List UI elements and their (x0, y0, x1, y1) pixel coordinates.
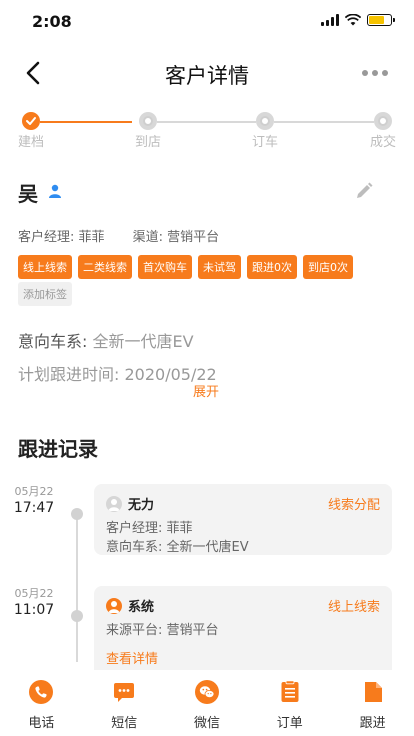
record-date: 05月22 11:07 (13, 585, 55, 618)
tab-phone[interactable]: 电话 (0, 670, 83, 736)
avatar-icon (106, 495, 122, 512)
follow-icon (364, 682, 382, 702)
customer-tag: 二类线索 (78, 255, 132, 279)
step-line (40, 121, 132, 123)
step-line (274, 121, 374, 123)
intent-series: 意向车系: 全新一代唐EV (18, 328, 194, 352)
step-label: 到店 (134, 135, 161, 150)
tag-list: 线上线索 二类线索 首次购车 未试驾 跟进0次 到店0次 (18, 255, 353, 279)
record-time: 17:47 (13, 500, 55, 516)
signal-icon (321, 14, 339, 26)
timeline-line (76, 512, 78, 662)
tab-wechat[interactable]: 微信 (166, 670, 249, 736)
status-time: 2:08 (32, 12, 72, 31)
intent-label: 意向车系: (18, 332, 93, 351)
section-title: 跟进记录 (18, 437, 98, 461)
tab-label: 短信 (111, 716, 138, 731)
timeline-dot (71, 508, 83, 520)
customer-meta: 客户经理: 菲菲 渠道: 营销平台 (18, 226, 219, 245)
status-bar: 2:08 (0, 0, 414, 44)
tab-label: 微信 (193, 716, 220, 731)
more-dot-icon (362, 70, 368, 76)
step-pending-icon (139, 112, 157, 130)
order-icon (281, 680, 299, 702)
more-dot-icon (372, 70, 378, 76)
customer-name: 吴 (18, 182, 38, 206)
record-line: 意向车系: 全新一代唐EV (106, 540, 249, 555)
step-label: 成交 (369, 135, 396, 150)
record-author: 系统 (128, 600, 155, 615)
customer-tag: 到店0次 (303, 255, 353, 279)
intent-value: 全新一代唐EV (92, 332, 194, 351)
wechat-icon (194, 680, 219, 704)
person-icon (49, 184, 61, 198)
record-day: 05月22 (14, 485, 54, 498)
battery-icon (367, 14, 395, 26)
tab-label: 电话 (28, 716, 55, 731)
nav-bar: 客户详情 (0, 50, 414, 98)
progress-steps: 建档 到店 订车 成交 (0, 110, 414, 150)
tab-label: 跟进 (359, 716, 386, 731)
customer-tag: 未试驾 (198, 255, 241, 279)
sms-icon (114, 683, 135, 702)
add-tag-button[interactable]: 添加标签 (18, 282, 72, 306)
phone-icon (29, 680, 54, 704)
record-date: 05月22 17:47 (13, 483, 55, 516)
tab-follow[interactable]: 跟进 (331, 670, 414, 736)
bottom-tab-bar: 电话 短信 微信 订单 跟进 (0, 670, 414, 736)
record-type[interactable]: 线索分配 (328, 494, 380, 513)
avatar-icon (106, 597, 122, 614)
record-line: 客户经理: 菲菲 (106, 521, 193, 536)
customer-manager: 客户经理: 菲菲 (18, 230, 105, 245)
view-detail-link[interactable]: 查看详情 (106, 648, 380, 667)
customer-tag: 线上线索 (18, 255, 72, 279)
record-day: 05月22 (14, 587, 54, 600)
plan-time: 计划跟进时间: 2020/05/22 (18, 361, 217, 385)
record-time: 11:07 (13, 602, 55, 618)
tab-sms[interactable]: 短信 (83, 670, 166, 736)
record-type[interactable]: 线上线索 (328, 596, 380, 615)
tab-label: 订单 (276, 716, 303, 731)
expand-button[interactable]: 展开 (193, 381, 219, 400)
step-label: 建档 (17, 135, 44, 150)
customer-tag: 首次购车 (138, 255, 192, 279)
more-dot-icon (382, 70, 388, 76)
page-title: 客户详情 (165, 64, 249, 88)
more-button[interactable] (362, 70, 388, 76)
status-icons (321, 14, 395, 26)
edit-icon[interactable] (354, 181, 374, 201)
step-label: 订车 (251, 135, 278, 150)
tab-order[interactable]: 订单 (248, 670, 331, 736)
record-card[interactable]: 系统 线上线索 来源平台: 营销平台 查看详情 (94, 586, 392, 670)
wifi-icon (345, 14, 361, 26)
step-line (157, 121, 256, 123)
customer-channel: 渠道: 营销平台 (132, 230, 220, 245)
step-pending-icon (374, 112, 392, 130)
step-done-icon (22, 112, 40, 130)
plan-label: 计划跟进时间: (18, 365, 125, 384)
record-card[interactable]: 无力 线索分配 客户经理: 菲菲 意向车系: 全新一代唐EV (94, 484, 392, 555)
timeline-dot (71, 610, 83, 622)
record-line: 来源平台: 营销平台 (106, 623, 219, 638)
customer-tag: 跟进0次 (247, 255, 297, 279)
record-author: 无力 (128, 498, 155, 513)
step-pending-icon (256, 112, 274, 130)
